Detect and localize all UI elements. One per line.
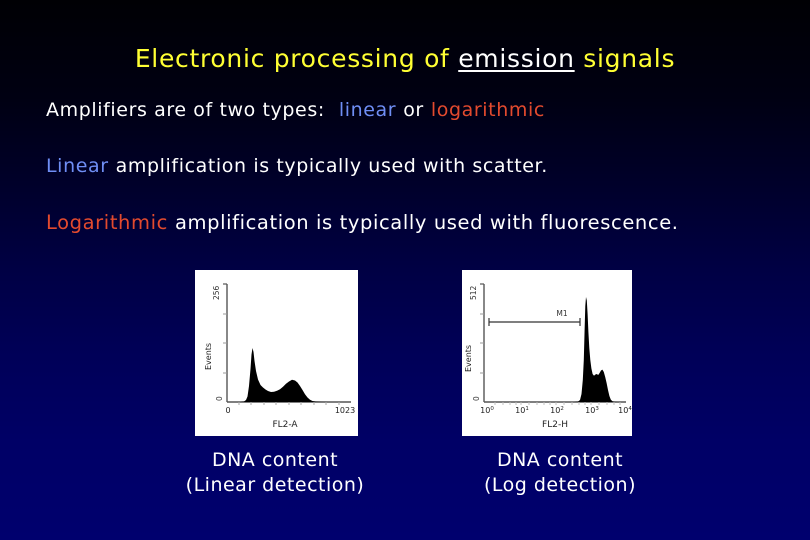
token-linear: linear [338,99,397,121]
linear-histogram-figure: 256 0 Events 0 1023 FL2-A [195,270,358,436]
m1-gate-label: M1 [556,309,567,318]
caption-log-line1: DNA content [496,449,624,471]
page-title: Electronic processing of emission signal… [0,44,810,73]
linear-histogram-svg: 256 0 Events 0 1023 FL2-A [195,270,358,436]
y-axis-title: Events [464,345,473,372]
body-line-amplifier-types: Amplifiers are of two types: linear or loga… [46,99,545,121]
y-axis-max-label: 512 [469,285,478,300]
token-or: or [403,99,424,121]
title-part-1: Electronic processing of [134,44,459,73]
token-linear-heading: Linear [46,155,109,177]
log-histogram-svg: M1 512 0 Events 100 101 102 103 104 FL2-… [462,270,632,436]
caption-linear-line2: (Linear detection) [185,474,365,496]
line1-lead-text: Amplifiers are of two types: [46,99,325,121]
y-axis-max-label: 256 [212,285,221,300]
body-line-log-usage: Logarithmic amplification is typically us… [46,211,679,234]
y-axis-min-label: 0 [215,396,224,401]
title-part-2: signals [574,44,676,73]
x-axis-max-label: 1023 [335,406,355,415]
caption-linear-line1: DNA content [211,449,339,471]
x-axis-title: FL2-A [272,420,298,430]
y-axis-title: Events [204,343,213,370]
log-histogram-figure: M1 512 0 Events 100 101 102 103 104 FL2-… [462,270,632,436]
title-emphasis-emission: emission [458,44,575,73]
caption-log-line2: (Log detection) [483,474,637,496]
body-line-linear-usage: Linear amplification is typically used wi… [46,155,548,177]
x-axis-min-label: 0 [225,406,230,415]
x-axis-title: FL2-H [542,420,568,430]
line2-rest-text: amplification is typically used with sca… [115,155,548,177]
caption-linear: DNA content (Linear detection) [130,448,420,498]
line3-rest-text: amplification is typically used with flu… [174,211,679,234]
caption-log: DNA content (Log detection) [410,448,710,498]
slide-canvas: Electronic processing of emission signal… [0,0,810,540]
y-axis-min-label: 0 [472,396,481,401]
token-logarithmic: logarithmic [430,99,545,121]
token-logarithmic-heading: Logarithmic [46,211,168,234]
